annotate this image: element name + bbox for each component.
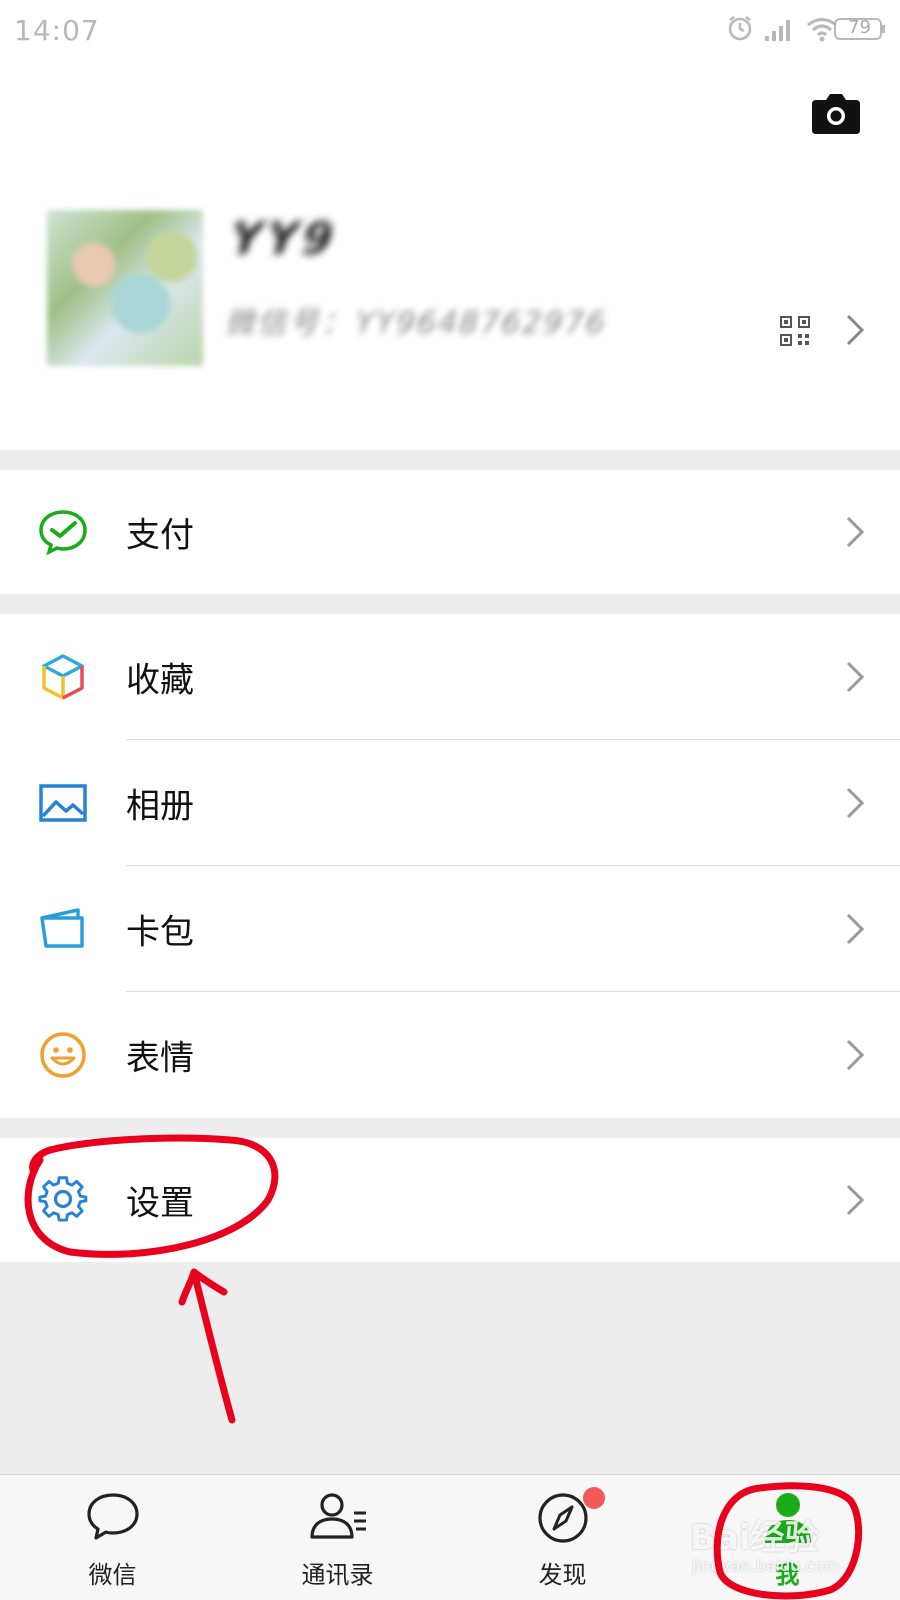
status-time: 14:07 — [14, 14, 100, 47]
tab-discover[interactable]: 发现 — [450, 1475, 675, 1600]
menu-item-favorites[interactable]: 收藏 — [0, 614, 900, 740]
pay-icon — [39, 510, 87, 556]
menu-item-pay[interactable]: 支付 — [0, 470, 900, 594]
chevron-right-icon — [846, 516, 864, 548]
chevron-right-icon — [846, 913, 864, 945]
baidu-watermark-url: jingyan.baidu.com — [692, 1556, 840, 1575]
album-icon — [39, 784, 87, 822]
menu-group-settings: 设置 — [0, 1138, 900, 1262]
menu-item-label: 表情 — [126, 1038, 194, 1079]
profile-header[interactable]: YY9 微信号：YY9648762976 — [0, 62, 900, 450]
tab-label: 通讯录 — [301, 1561, 374, 1589]
alarm-icon — [728, 16, 752, 41]
menu-item-settings[interactable]: 设置 — [0, 1138, 900, 1262]
chevron-right-icon — [846, 1039, 864, 1071]
baidu-watermark: Bai经验 — [690, 1518, 819, 1558]
signal-icon — [765, 20, 790, 41]
menu-item-label: 收藏 — [126, 660, 194, 701]
camera-icon[interactable] — [812, 94, 860, 134]
status-icons: 79 — [726, 14, 886, 44]
menu-item-label: 设置 — [126, 1183, 194, 1224]
card-wallet-icon — [40, 908, 84, 948]
menu-group-main: 收藏 相册 卡包 表情 — [0, 614, 900, 1118]
profile-wechat-id: 微信号：YY9648762976 — [222, 306, 612, 341]
arrow-annotation — [178, 1268, 236, 1424]
tab-contacts[interactable]: 通讯录 — [225, 1475, 450, 1600]
tab-label: 微信 — [88, 1561, 137, 1589]
new-badge-dot — [583, 1487, 605, 1509]
menu-item-card-wallet[interactable]: 卡包 — [0, 866, 900, 992]
gear-icon — [38, 1176, 88, 1222]
profile-nickname: YY9 — [224, 214, 344, 265]
chevron-right-icon — [846, 314, 864, 346]
status-bar: 14:07 79 — [0, 0, 900, 62]
chevron-right-icon — [846, 787, 864, 819]
chevron-right-icon — [846, 661, 864, 693]
favorites-cube-icon — [42, 654, 84, 700]
contacts-icon — [309, 1493, 366, 1539]
tab-chats[interactable]: 微信 — [0, 1475, 225, 1600]
tab-label: 发现 — [538, 1561, 587, 1589]
sticker-smile-icon — [40, 1032, 86, 1078]
menu-group-pay: 支付 — [0, 470, 900, 594]
menu-item-stickers[interactable]: 表情 — [0, 992, 900, 1118]
menu-item-label: 相册 — [126, 786, 194, 827]
menu-item-label: 卡包 — [126, 912, 194, 953]
avatar[interactable] — [47, 210, 203, 366]
menu-item-album[interactable]: 相册 — [0, 740, 900, 866]
chevron-right-icon — [846, 1184, 864, 1216]
qr-code-icon[interactable] — [780, 316, 810, 346]
compass-icon — [537, 1493, 588, 1543]
chat-bubble-icon — [86, 1493, 139, 1540]
battery-level: 79 — [848, 17, 871, 38]
menu-item-label: 支付 — [126, 515, 194, 556]
